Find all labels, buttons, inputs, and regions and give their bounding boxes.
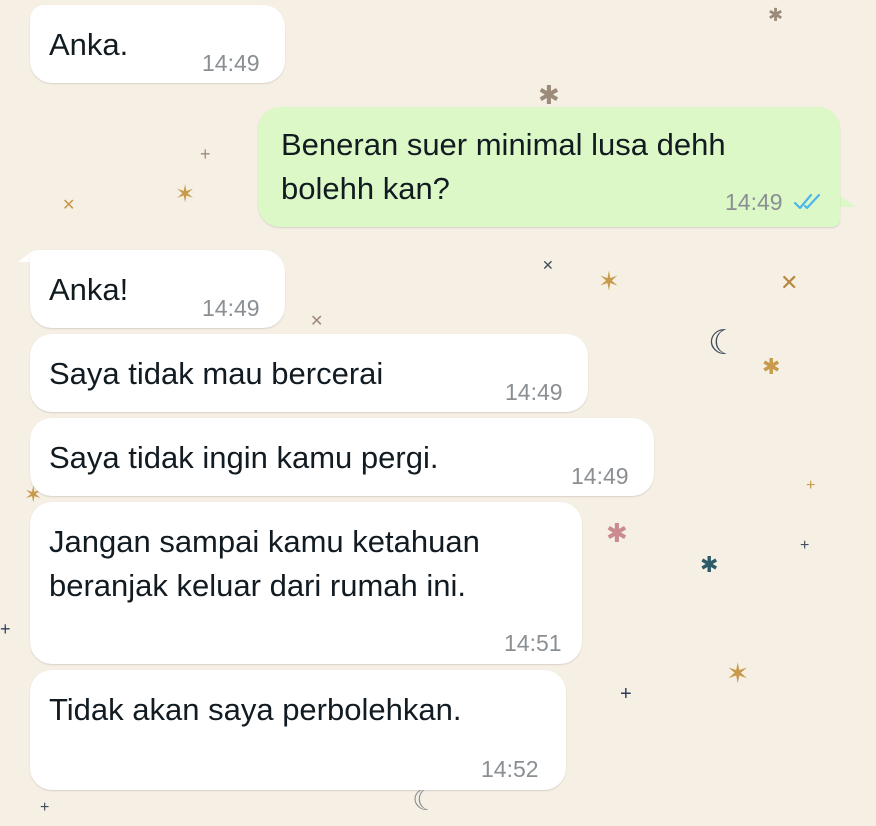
star-icon: ✶ xyxy=(598,266,620,296)
sparkle-icon: + xyxy=(806,477,816,494)
moon-icon: ☾ xyxy=(412,784,439,817)
sparkle-icon: + xyxy=(40,799,50,816)
star-icon: ✱ xyxy=(768,5,784,25)
message-text: Anka. xyxy=(49,27,129,62)
message-bubble-incoming[interactable]: Anka. 14:49 xyxy=(30,5,285,83)
sparkle-icon: ✕ xyxy=(62,197,76,214)
message-text: Jangan sampai kamu ketahuan beranjak kel… xyxy=(49,524,480,603)
star-icon: ✱ xyxy=(762,354,781,379)
star-icon: ✱ xyxy=(700,552,719,577)
star-icon: ✱ xyxy=(606,518,628,548)
message-timestamp: 14:49 xyxy=(505,379,563,405)
message-text: Tidak akan saya perbolehkan. xyxy=(49,692,462,727)
message-timestamp: 14:51 xyxy=(504,630,562,656)
message-bubble-incoming[interactable]: Jangan sampai kamu ketahuan beranjak kel… xyxy=(30,502,582,664)
message-text: Saya tidak ingin kamu pergi. xyxy=(49,440,439,475)
sparkle-icon: + xyxy=(0,619,11,639)
sparkle-icon: ✕ xyxy=(542,257,554,273)
message-bubble-incoming[interactable]: Anka! 14:49 xyxy=(30,250,285,328)
message-bubble-incoming[interactable]: Saya tidak mau bercerai 14:49 xyxy=(30,334,588,412)
message-timestamp: 14:49 xyxy=(725,189,783,215)
message-bubble-incoming[interactable]: Saya tidak ingin kamu pergi. 14:49 xyxy=(30,418,654,496)
message-bubble-outgoing[interactable]: Beneran suer minimal lusa dehh bolehh ka… xyxy=(258,107,840,227)
bubble-tail xyxy=(838,195,856,207)
message-text: Saya tidak mau bercerai xyxy=(49,356,384,391)
double-check-icon xyxy=(793,193,821,210)
message-text: Anka! xyxy=(49,272,129,307)
sparkle-icon: + xyxy=(800,537,810,554)
message-timestamp: 14:52 xyxy=(481,756,539,782)
message-bubble-incoming[interactable]: Tidak akan saya perbolehkan. 14:52 xyxy=(30,670,566,790)
sparkle-icon: ✕ xyxy=(310,313,324,330)
star-icon: ✶ xyxy=(175,181,196,208)
moon-icon: ☾ xyxy=(708,324,739,362)
message-timestamp: 14:49 xyxy=(571,463,629,489)
message-timestamp: 14:49 xyxy=(202,295,260,321)
message-text: Beneran suer minimal lusa dehh bolehh ka… xyxy=(281,127,726,206)
star-icon: ✱ xyxy=(538,80,560,110)
message-timestamp: 14:49 xyxy=(202,50,260,76)
star-icon: ✕ xyxy=(780,270,799,295)
sparkle-icon: + xyxy=(620,683,632,705)
sparkle-icon: + xyxy=(200,144,211,164)
star-icon: ✶ xyxy=(726,658,750,689)
